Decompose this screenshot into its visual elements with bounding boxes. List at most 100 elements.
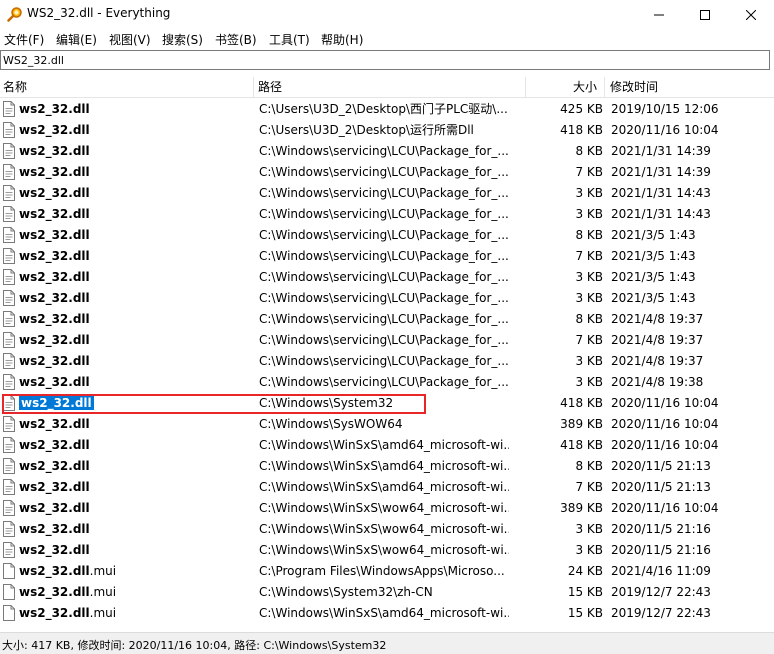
file-base-name: ws2_32.dll: [19, 249, 90, 263]
cell-modified: 2020/11/16 10:04: [611, 123, 719, 137]
file-name: ws2_32.dll: [19, 438, 90, 452]
status-bar: 大小: 417 KB, 修改时间: 2020/11/16 10:04, 路径: …: [0, 632, 774, 654]
table-row[interactable]: ws2_32.dll C:\Windows\servicing\LCU\Packa…: [0, 309, 774, 330]
title-bar: WS2_32.dll - Everything: [0, 0, 774, 29]
file-base-name: ws2_32.dll: [19, 459, 90, 473]
table-row[interactable]: ws2_32.dll C:\Windows\WinSxS\amd64_micros…: [0, 435, 774, 456]
minimize-button[interactable]: [636, 0, 682, 29]
table-row[interactable]: ws2_32.dll C:\Windows\SysWOW64 389 KB 2020/…: [0, 414, 774, 435]
cell-modified: 2021/4/8 19:37: [611, 312, 704, 326]
cell-size: 8 KB: [575, 459, 603, 473]
file-name: ws2_32.dll: [19, 312, 90, 326]
table-row[interactable]: ws2_32.dll C:\Windows\servicing\LCU\Packa…: [0, 267, 774, 288]
column-size[interactable]: 大小: [526, 77, 605, 97]
column-modified[interactable]: 修改时间: [605, 77, 774, 97]
table-row[interactable]: ws2_32.dll C:\Windows\servicing\LCU\Packa…: [0, 330, 774, 351]
cell-modified: 2020/11/16 10:04: [611, 396, 719, 410]
file-icon: [3, 311, 15, 327]
table-row[interactable]: ws2_32.dll C:\Windows\servicing\LCU\Packa…: [0, 225, 774, 246]
cell-size: 3 KB: [575, 354, 603, 368]
table-row[interactable]: ws2_32.dll C:\Windows\servicing\LCU\Packa…: [0, 183, 774, 204]
table-row[interactable]: ws2_32.dll.mui C:\Program Files\WindowsAp…: [0, 561, 774, 582]
table-row[interactable]: ws2_32.dll.mui C:\Windows\WinSxS\amd64_mi…: [0, 603, 774, 624]
cell-name: ws2_32.dll: [19, 141, 251, 162]
file-name: ws2_32.dll: [19, 501, 90, 515]
magnifier-icon: [7, 6, 23, 22]
cell-size: 7 KB: [575, 165, 603, 179]
close-button[interactable]: [728, 0, 774, 29]
file-icon: [3, 374, 15, 390]
table-row-selected[interactable]: ws2_32.dll C:\Windows\System32 418 KB 2020/…: [0, 393, 774, 414]
cell-size: 15 KB: [567, 585, 603, 599]
menu-help[interactable]: 帮助(H): [321, 31, 363, 48]
cell-name: ws2_32.dll: [19, 540, 251, 561]
table-row[interactable]: ws2_32.dll C:\Windows\servicing\LCU\Packa…: [0, 351, 774, 372]
cell-modified: 2020/11/16 10:04: [611, 501, 719, 515]
file-name: ws2_32.dll: [19, 417, 90, 431]
file-icon: [3, 479, 15, 495]
cell-path: C:\Windows\servicing\LCU\Package_for_...: [259, 270, 509, 284]
table-row[interactable]: ws2_32.dll C:\Windows\WinSxS\wow64_micros…: [0, 540, 774, 561]
cell-size: 3 KB: [575, 291, 603, 305]
cell-name: ws2_32.dll: [19, 309, 251, 330]
cell-modified: 2020/11/16 10:04: [611, 417, 719, 431]
cell-path: C:\Windows\servicing\LCU\Package_for_...: [259, 354, 509, 368]
cell-path: C:\Windows\WinSxS\wow64_microsoft-wi...: [259, 501, 509, 515]
maximize-button[interactable]: [682, 0, 728, 29]
cell-modified: 2021/3/5 1:43: [611, 249, 696, 263]
table-row[interactable]: ws2_32.dll C:\Users\U3D_2\Desktop\运行所需Dll…: [0, 120, 774, 141]
cell-modified: 2021/3/5 1:43: [611, 228, 696, 242]
column-name[interactable]: 名称: [0, 77, 254, 97]
cell-name: ws2_32.dll: [19, 519, 251, 540]
cell-name: ws2_32.dll: [19, 120, 251, 141]
table-row[interactable]: ws2_32.dll C:\Windows\WinSxS\wow64_micros…: [0, 498, 774, 519]
file-name: ws2_32.dll: [19, 102, 90, 116]
menu-file[interactable]: 文件(F): [4, 31, 44, 48]
table-row[interactable]: ws2_32.dll C:\Windows\servicing\LCU\Packa…: [0, 288, 774, 309]
search-input[interactable]: [1, 51, 769, 69]
file-icon: [3, 164, 15, 180]
menu-bookmarks[interactable]: 书签(B): [215, 31, 257, 48]
table-row[interactable]: ws2_32.dll C:\Windows\servicing\LCU\Packa…: [0, 162, 774, 183]
menu-tools[interactable]: 工具(T): [269, 31, 310, 48]
file-icon: [3, 185, 15, 201]
cell-modified: 2019/12/7 22:43: [611, 585, 711, 599]
cell-name: ws2_32.dll: [19, 477, 251, 498]
cell-size: 418 KB: [560, 123, 603, 137]
cell-size: 3 KB: [575, 207, 603, 221]
file-icon: [3, 269, 15, 285]
cell-modified: 2020/11/5 21:16: [611, 522, 711, 536]
cell-name: ws2_32.dll: [19, 393, 251, 414]
file-icon: [3, 122, 15, 138]
cell-path: C:\Windows\servicing\LCU\Package_for_...: [259, 207, 509, 221]
file-extension: .mui: [89, 564, 117, 578]
cell-modified: 2021/1/31 14:43: [611, 186, 711, 200]
cell-size: 389 KB: [560, 417, 603, 431]
file-base-name: ws2_32.dll: [21, 396, 92, 410]
table-row[interactable]: ws2_32.dll C:\Windows\servicing\LCU\Packa…: [0, 246, 774, 267]
cell-modified: 2020/11/5 21:13: [611, 459, 711, 473]
table-row[interactable]: ws2_32.dll.mui C:\Windows\System32\zh-CN 1…: [0, 582, 774, 603]
table-row[interactable]: ws2_32.dll C:\Windows\WinSxS\amd64_micros…: [0, 477, 774, 498]
cell-path: C:\Windows\WinSxS\wow64_microsoft-wi...: [259, 522, 509, 536]
cell-modified: 2021/3/5 1:43: [611, 291, 696, 305]
menu-edit[interactable]: 编辑(E): [56, 31, 97, 48]
table-row[interactable]: ws2_32.dll C:\Windows\servicing\LCU\Packa…: [0, 372, 774, 393]
file-name: ws2_32.dll: [19, 333, 90, 347]
menu-search[interactable]: 搜索(S): [162, 31, 203, 48]
cell-size: 15 KB: [567, 606, 603, 620]
table-row[interactable]: ws2_32.dll C:\Windows\servicing\LCU\Packa…: [0, 141, 774, 162]
cell-path: C:\Windows\WinSxS\amd64_microsoft-wi...: [259, 459, 509, 473]
table-row[interactable]: ws2_32.dll C:\Windows\WinSxS\amd64_micros…: [0, 456, 774, 477]
table-row[interactable]: ws2_32.dll C:\Windows\servicing\LCU\Packa…: [0, 204, 774, 225]
cell-size: 3 KB: [575, 270, 603, 284]
table-row[interactable]: ws2_32.dll C:\Users\U3D_2\Desktop\西门子PLC驱…: [0, 99, 774, 120]
file-base-name: ws2_32.dll: [19, 480, 90, 494]
results-list[interactable]: ws2_32.dll C:\Users\U3D_2\Desktop\西门子PLC驱…: [0, 99, 774, 625]
file-name: ws2_32.dll: [19, 396, 94, 410]
menu-view[interactable]: 视图(V): [109, 31, 151, 48]
file-name: ws2_32.dll: [19, 249, 90, 263]
cell-path: C:\Windows\System32: [259, 396, 394, 410]
column-path[interactable]: 路径: [254, 77, 526, 97]
table-row[interactable]: ws2_32.dll C:\Windows\WinSxS\wow64_micros…: [0, 519, 774, 540]
